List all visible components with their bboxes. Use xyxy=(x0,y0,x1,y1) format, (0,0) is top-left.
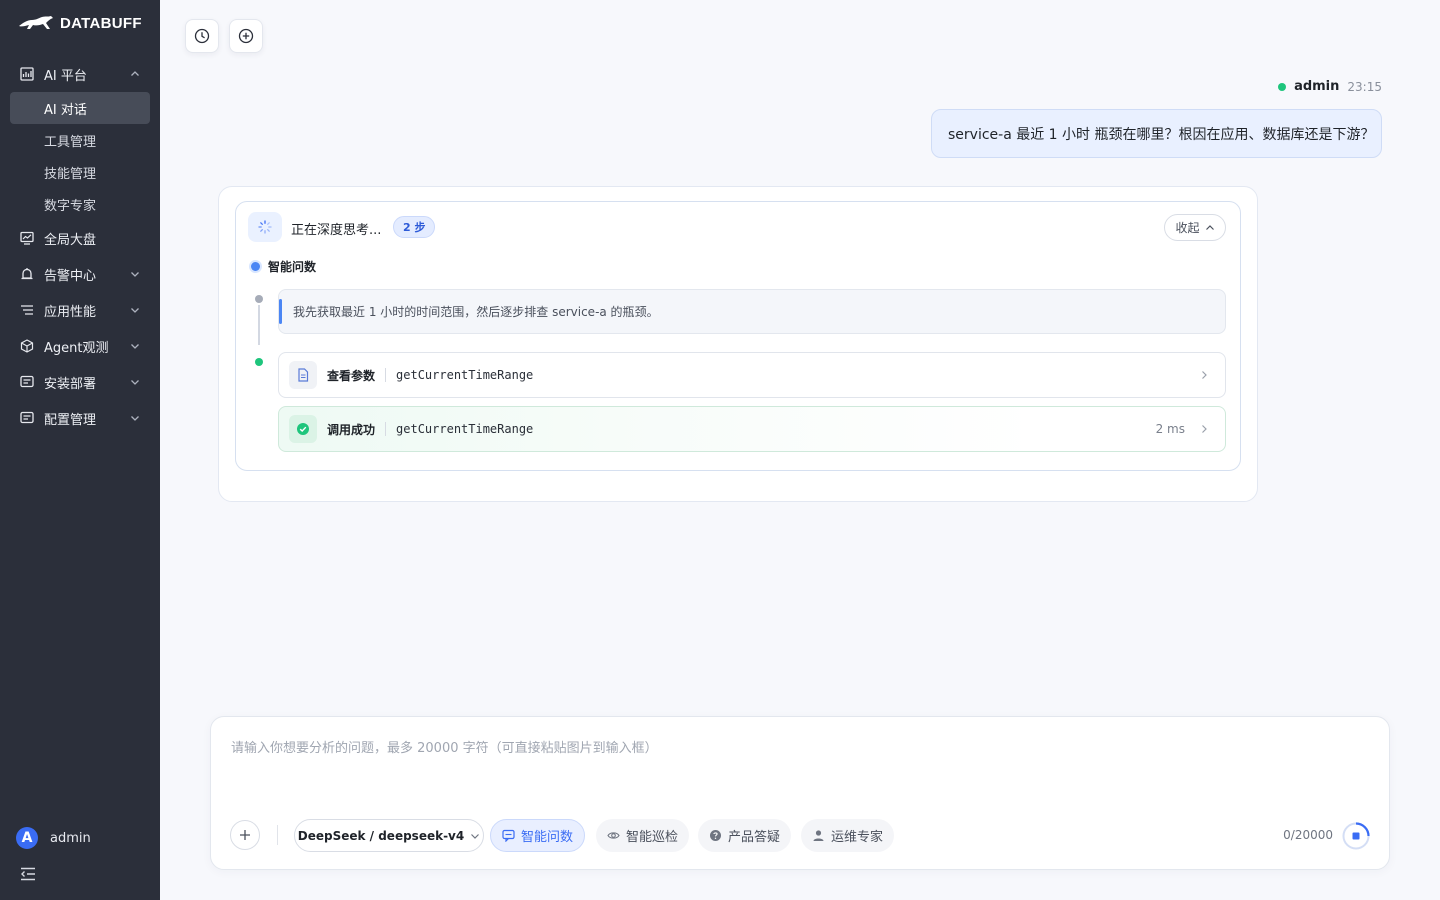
chevron-right-icon xyxy=(1202,425,1207,433)
section-title: 智能问数 xyxy=(251,258,316,275)
collapse-label: 收起 xyxy=(1175,221,1200,235)
tool-duration: 2 ms xyxy=(1155,422,1185,436)
mode-smart-query-button[interactable]: 智能问数 xyxy=(490,819,586,852)
alarm-icon xyxy=(21,268,33,280)
sidebar-item-label: 配置管理 xyxy=(44,412,97,428)
sidebar-item-app-performance[interactable]: 应用性能 xyxy=(10,292,150,328)
config-icon xyxy=(20,411,34,424)
char-counter: 0/20000 xyxy=(1283,828,1333,842)
tool-function-name: getCurrentTimeRange xyxy=(396,368,534,382)
timeline-dot xyxy=(255,295,263,303)
sidebar-item-label: 应用性能 xyxy=(44,304,97,320)
install-icon xyxy=(20,375,34,388)
eye-icon xyxy=(607,832,620,839)
add-attachment-button[interactable] xyxy=(230,820,260,850)
chevron-down-icon xyxy=(131,344,139,349)
chevron-down-icon xyxy=(131,272,139,277)
plus-icon xyxy=(240,830,250,840)
divider xyxy=(277,825,278,845)
user-message-bubble: service-a 最近 1 小时 瓶颈在哪里？根因在应用、数据库还是下游？ xyxy=(931,109,1382,158)
thinking-title: 正在深度思考... xyxy=(291,223,382,238)
chevron-down-icon xyxy=(131,380,139,385)
sidebar-item-ai-platform[interactable]: AI 平台 xyxy=(10,56,150,92)
tool-params-row[interactable]: 查看参数 getCurrentTimeRange xyxy=(278,352,1226,398)
sidebar-item-label: 全局大盘 xyxy=(44,232,97,248)
sidebar-subitem-digital-expert[interactable]: 数字专家 xyxy=(10,188,150,220)
tool-params-label: 查看参数 xyxy=(327,368,376,383)
question-circle-icon xyxy=(710,830,721,841)
document-icon xyxy=(289,361,317,389)
mode-smart-inspect-button[interactable]: 智能巡检 xyxy=(596,819,690,852)
sidebar-item-label: AI 平台 xyxy=(44,68,87,84)
chat-bubble-icon xyxy=(502,829,515,842)
model-select[interactable]: DeepSeek / deepseek-v4 xyxy=(294,819,484,852)
message-input[interactable] xyxy=(231,737,1361,797)
mode-product-qa-button[interactable]: 产品答疑 xyxy=(698,819,792,852)
sidebar-item-global-dashboard[interactable]: 全局大盘 xyxy=(10,220,150,256)
sidebar-item-agent-observe[interactable]: Agent观测 xyxy=(10,328,150,364)
clock-icon xyxy=(194,28,210,44)
history-button[interactable] xyxy=(185,19,219,53)
thinking-panel: 正在深度思考... 2 步 收起 智能问数 我先获取最近 1 小时的时间范围，然… xyxy=(235,201,1241,471)
check-circle-icon xyxy=(289,415,317,443)
divider xyxy=(385,368,387,382)
timeline-dot-success xyxy=(255,358,263,366)
chevron-down-icon xyxy=(131,416,139,421)
model-select-value: DeepSeek / deepseek-v4 xyxy=(297,828,465,843)
message-time: 23:15 xyxy=(1347,79,1382,94)
logo-text: DATABUFF xyxy=(60,14,142,32)
sidebar-nav: AI 平台 AI 对话 工具管理 技能管理 数字专家 全局大盘 告警中心 应用性… xyxy=(10,56,150,436)
sidebar-subitem-skill-management[interactable]: 技能管理 xyxy=(10,156,150,188)
plus-circle-icon xyxy=(238,28,254,44)
sidebar-item-label: Agent观测 xyxy=(44,340,109,356)
chevron-right-icon xyxy=(1202,371,1207,379)
chevron-up-icon xyxy=(131,71,139,76)
reasoning-note: 我先获取最近 1 小时的时间范围，然后逐步排查 service-a 的瓶颈。 xyxy=(278,289,1226,334)
sidebar-item-alarm-center[interactable]: 告警中心 xyxy=(10,256,150,292)
user-message-meta: admin 23:15 xyxy=(1278,79,1382,94)
cube-icon xyxy=(20,339,34,353)
user-profile[interactable]: A admin xyxy=(16,827,91,849)
steps-badge: 2 步 xyxy=(393,216,436,238)
mode-label: 智能巡检 xyxy=(626,830,679,845)
dashboard-icon xyxy=(20,231,34,245)
timeline-line xyxy=(258,305,260,345)
user-name: admin xyxy=(50,830,91,846)
mode-label: 智能问数 xyxy=(521,830,574,845)
chevron-down-icon xyxy=(131,308,139,313)
logo[interactable]: DATABUFF xyxy=(18,14,142,32)
sidebar-item-label: 安装部署 xyxy=(44,376,97,392)
sidebar-item-config-management[interactable]: 配置管理 xyxy=(10,400,150,436)
new-chat-button[interactable] xyxy=(229,19,263,53)
list-icon xyxy=(21,305,33,315)
assistant-message-card: 正在深度思考... 2 步 收起 智能问数 我先获取最近 1 小时的时间范围，然… xyxy=(218,186,1258,502)
avatar: A xyxy=(16,827,38,849)
panther-logo-icon xyxy=(19,16,53,29)
tool-success-row[interactable]: 调用成功 getCurrentTimeRange 2 ms xyxy=(278,406,1226,452)
user-icon xyxy=(813,830,824,841)
thinking-spinner-icon xyxy=(248,212,282,242)
mode-label: 产品答疑 xyxy=(728,830,781,845)
sidebar-subitem-tool-management[interactable]: 工具管理 xyxy=(10,124,150,156)
sidebar-subitem-ai-chat[interactable]: AI 对话 xyxy=(10,92,150,124)
chevron-down-icon xyxy=(471,833,480,839)
collapse-thinking-button[interactable]: 收起 xyxy=(1164,214,1226,241)
message-composer: DeepSeek / deepseek-v4 智能问数 智能巡检 产品答疑 运维… xyxy=(210,716,1390,870)
sidebar-item-install-deploy[interactable]: 安装部署 xyxy=(10,364,150,400)
divider xyxy=(385,422,387,436)
section-status-dot xyxy=(251,262,260,271)
collapse-sidebar-icon[interactable] xyxy=(20,866,36,882)
sidebar-item-label: 告警中心 xyxy=(44,268,97,284)
mode-label: 运维专家 xyxy=(831,830,884,845)
tool-function-name: getCurrentTimeRange xyxy=(396,422,534,436)
stop-generation-button[interactable] xyxy=(1341,821,1371,851)
chart-icon xyxy=(20,67,34,81)
chevron-up-icon xyxy=(1205,224,1214,230)
section-title-text: 智能问数 xyxy=(268,260,317,274)
message-author: admin xyxy=(1294,79,1340,94)
tool-success-label: 调用成功 xyxy=(327,422,376,437)
online-status-dot xyxy=(1278,82,1287,91)
sidebar: DATABUFF AI 平台 AI 对话 工具管理 技能管理 数字专家 全局大盘… xyxy=(0,0,160,900)
mode-ops-expert-button[interactable]: 运维专家 xyxy=(801,819,895,852)
